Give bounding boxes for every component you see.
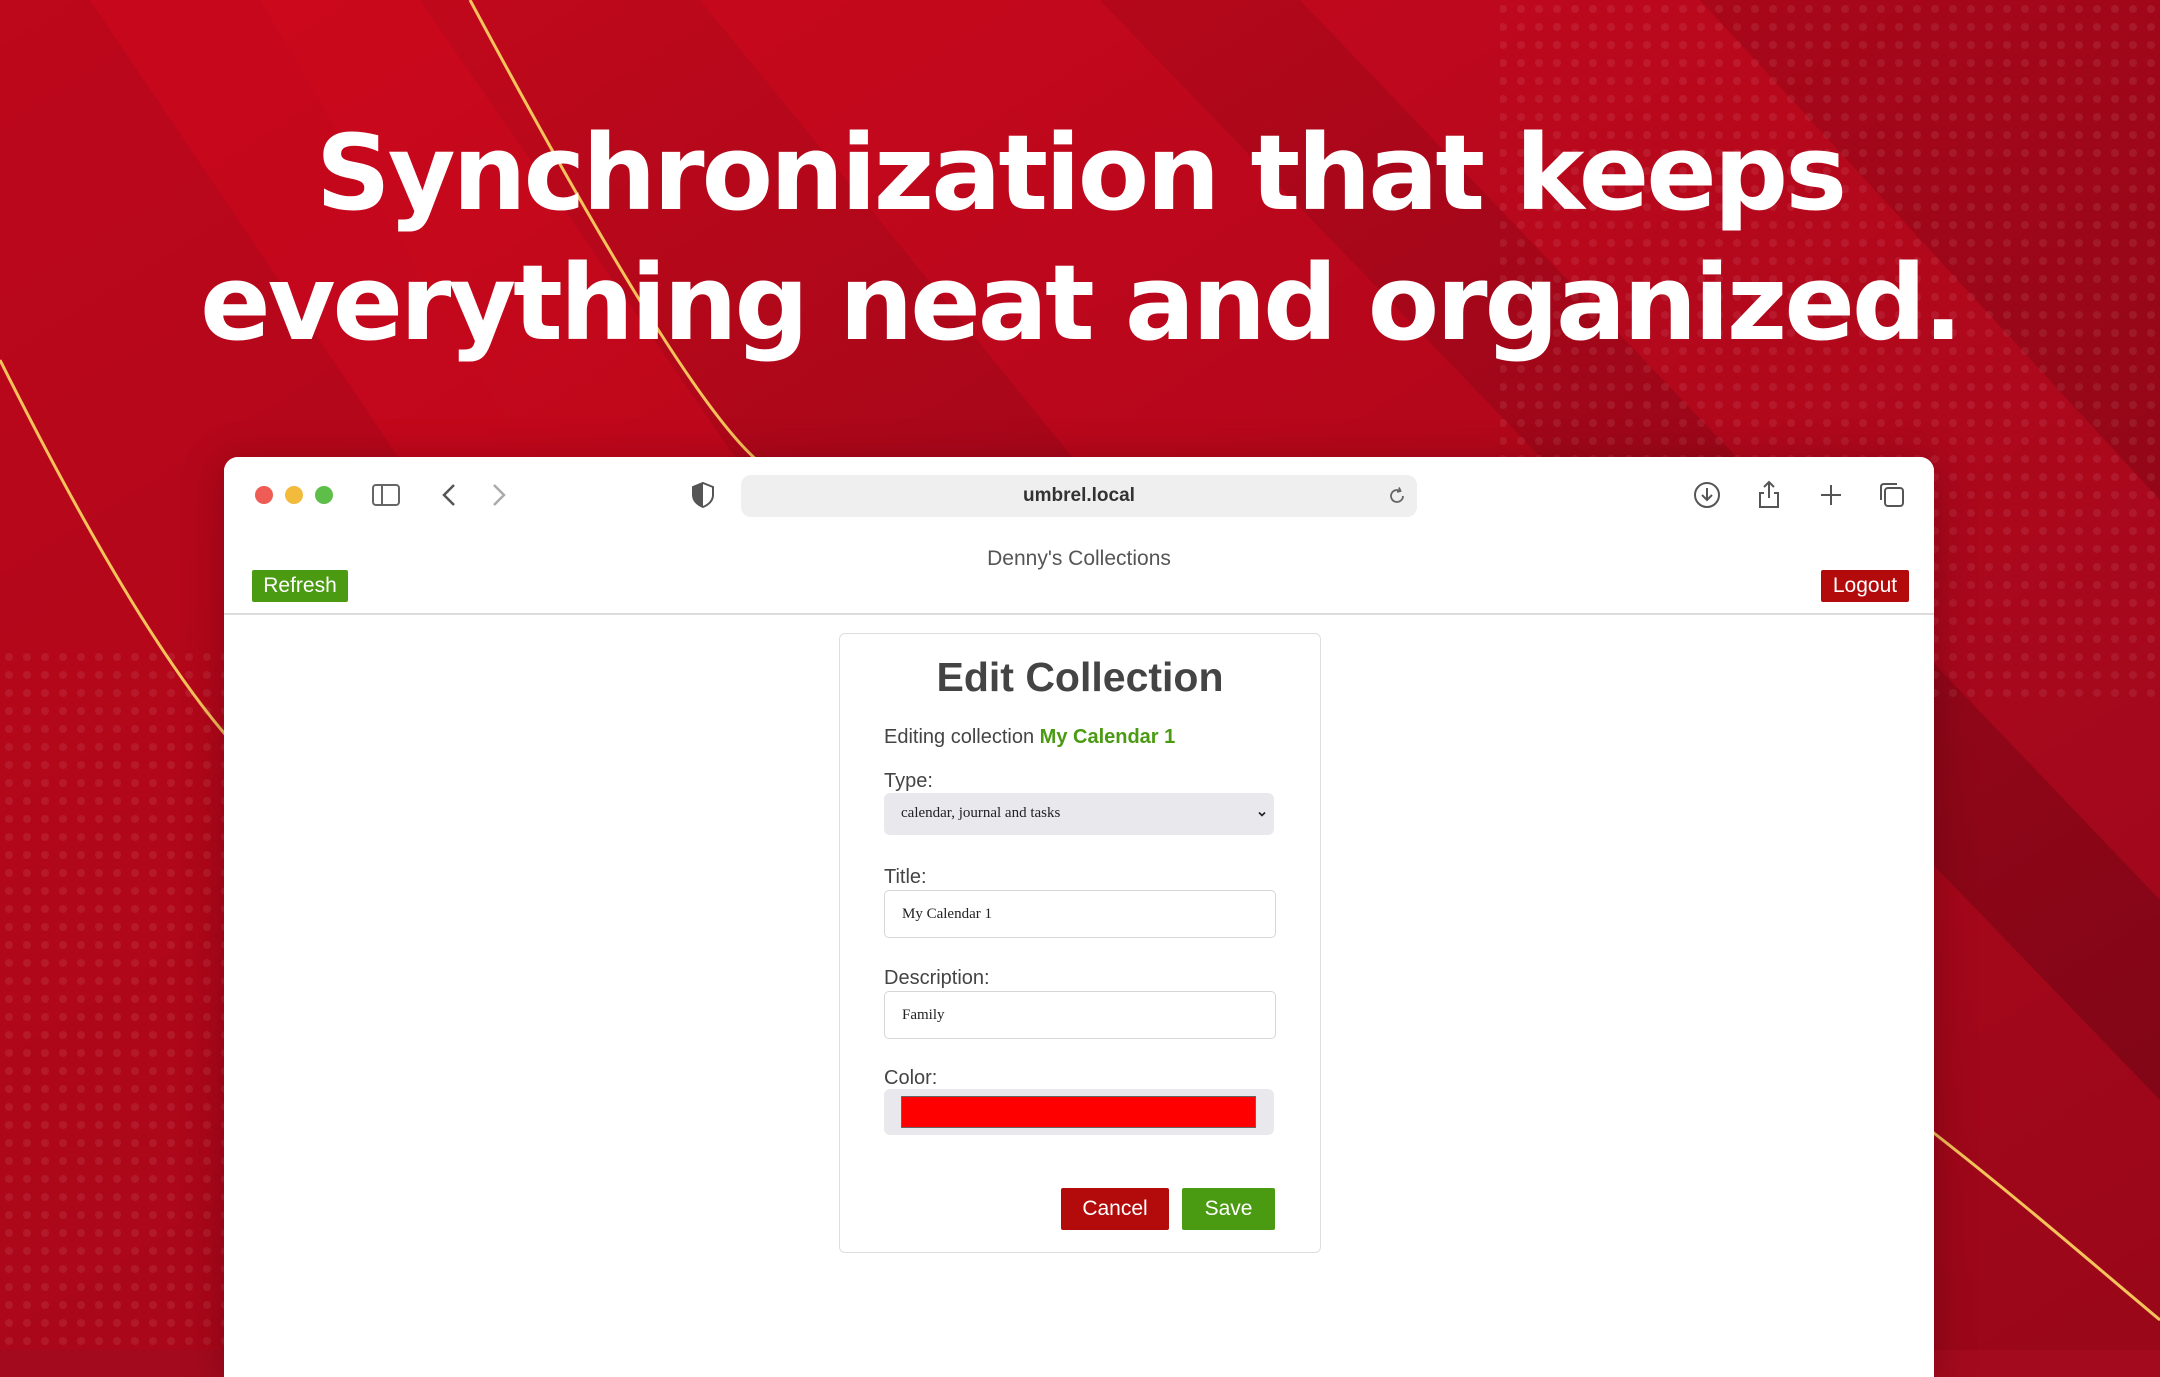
browser-toolbar: umbrel.local (224, 457, 1934, 535)
marketing-headline: Synchronization that keeps everything ne… (0, 108, 2160, 368)
reload-icon[interactable] (1387, 486, 1407, 506)
type-select[interactable]: calendar, journal and tasks (884, 793, 1274, 835)
description-input[interactable]: Family (884, 991, 1276, 1039)
sidebar-icon[interactable] (370, 479, 402, 511)
close-window-button[interactable] (255, 486, 273, 504)
headline-line-1: Synchronization that keeps (315, 112, 1847, 234)
refresh-button[interactable]: Refresh (252, 570, 348, 602)
app-header: Denny's Collections (224, 535, 1934, 615)
type-label: Type: (884, 770, 933, 792)
tabs-overview-icon[interactable] (1876, 479, 1908, 511)
headline-line-2: everything neat and organized. (200, 242, 1963, 364)
collection-name: My Calendar 1 (1039, 726, 1176, 748)
edit-collection-card: Edit Collection Editing collection My Ca… (839, 633, 1321, 1253)
description-label: Description: (884, 967, 990, 989)
minimize-window-button[interactable] (285, 486, 303, 504)
color-picker[interactable] (884, 1089, 1274, 1135)
description-input-value: Family (902, 1007, 945, 1023)
url-text: umbrel.local (1023, 485, 1135, 506)
zoom-window-button[interactable] (315, 486, 333, 504)
color-label: Color: (884, 1067, 938, 1089)
app-title: Denny's Collections (987, 547, 1171, 570)
download-icon[interactable] (1691, 479, 1723, 511)
editing-notice: Editing collection My Calendar 1 (884, 726, 1175, 749)
title-label: Title: (884, 866, 927, 888)
title-input-value: My Calendar 1 (902, 906, 992, 922)
browser-window: umbrel.local Denny's Collections Refresh… (224, 457, 1934, 1377)
new-tab-icon[interactable] (1815, 479, 1847, 511)
back-icon[interactable] (434, 479, 466, 511)
form-heading: Edit Collection (936, 654, 1224, 700)
address-bar[interactable]: umbrel.local (741, 475, 1417, 517)
color-swatch (901, 1096, 1256, 1128)
save-button[interactable]: Save (1182, 1188, 1275, 1230)
shield-icon[interactable] (687, 479, 719, 511)
chevron-down-icon (1258, 811, 1266, 817)
forward-icon[interactable] (482, 479, 514, 511)
share-icon[interactable] (1753, 479, 1785, 511)
editing-prefix: Editing collection (884, 726, 1035, 748)
title-input[interactable]: My Calendar 1 (884, 890, 1276, 938)
type-select-value: calendar, journal and tasks (901, 805, 1061, 821)
cancel-button[interactable]: Cancel (1061, 1188, 1169, 1230)
logout-button[interactable]: Logout (1821, 570, 1909, 602)
